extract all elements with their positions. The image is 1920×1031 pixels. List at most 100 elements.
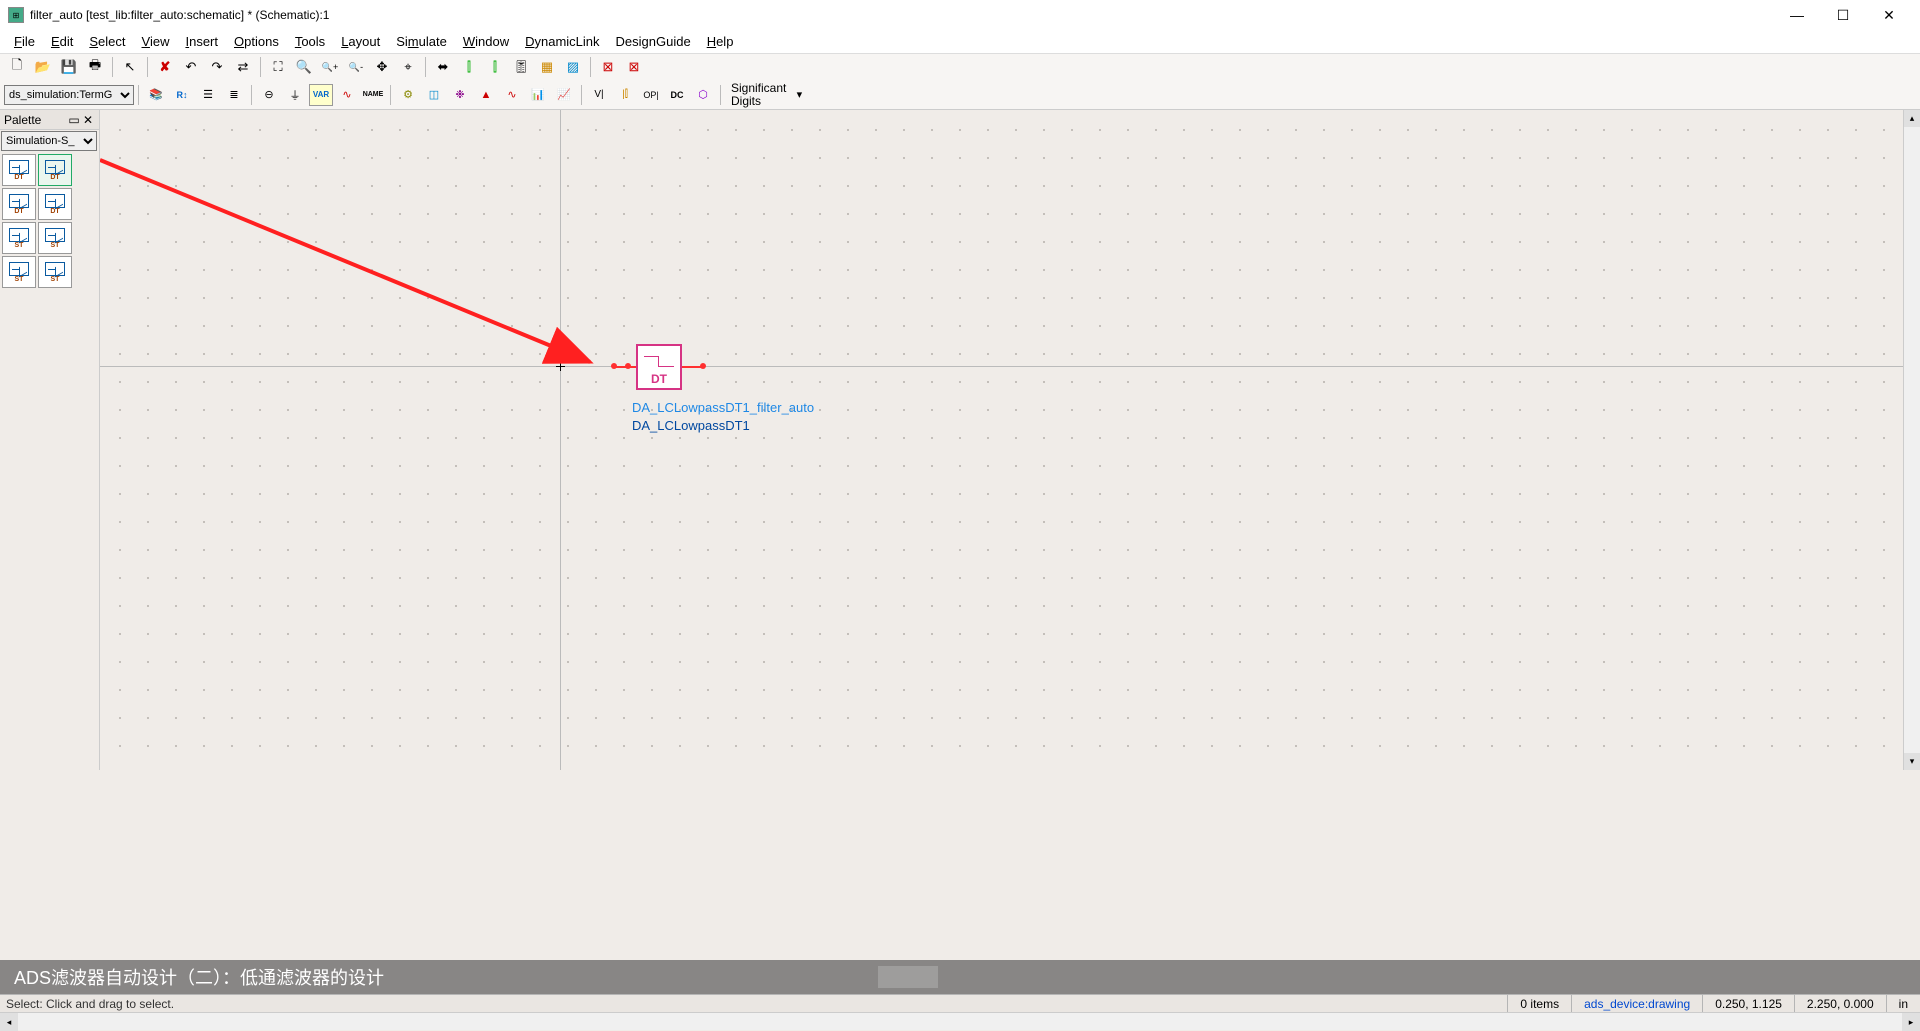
push-hier1-button[interactable]: ⫿ bbox=[457, 56, 481, 78]
status-message: Select: Click and drag to select. bbox=[0, 997, 1507, 1011]
menu-view[interactable]: View bbox=[134, 32, 178, 51]
toolbar-2: ds_simulation:TermG 📚 R↕ ☰ ≣ ⊖ ⏚ VAR ∿ N… bbox=[0, 80, 1920, 110]
short-button[interactable]: ⊠ bbox=[622, 56, 646, 78]
lowpass-icon bbox=[9, 194, 29, 208]
horizontal-scrollbar[interactable]: ◂ ▸ bbox=[0, 1012, 1920, 1030]
maximize-button[interactable]: ☐ bbox=[1820, 0, 1866, 30]
palette-close-button[interactable]: ✕ bbox=[81, 113, 95, 127]
push-hier2-button[interactable]: ⫿ bbox=[483, 56, 507, 78]
tune-button[interactable]: 🎚 bbox=[509, 56, 533, 78]
hscroll-track[interactable] bbox=[18, 1013, 1902, 1030]
palette-item-7[interactable]: ST bbox=[38, 256, 72, 288]
vprobe-button[interactable]: V| bbox=[587, 84, 611, 106]
palette-item-2[interactable]: DT bbox=[2, 188, 36, 220]
pointer-button[interactable]: ↖ bbox=[118, 56, 142, 78]
warn-button[interactable]: ▲ bbox=[474, 84, 498, 106]
palette-item-4[interactable]: ST bbox=[2, 222, 36, 254]
sig-digits-dropdown[interactable]: ▾ bbox=[787, 84, 811, 106]
deactivate-button[interactable]: ⊠ bbox=[596, 56, 620, 78]
iprobe-button[interactable]: |⫿ bbox=[613, 84, 637, 106]
open-button[interactable]: 📂 bbox=[31, 56, 55, 78]
component-name-inst[interactable]: DA_LCLowpassDT1 bbox=[632, 418, 750, 433]
component-selector[interactable]: ds_simulation:TermG bbox=[4, 85, 134, 105]
menu-layout[interactable]: Layout bbox=[333, 32, 388, 51]
print-button[interactable]: 🖶 bbox=[83, 56, 107, 78]
swap-button[interactable]: ⇄ bbox=[231, 56, 255, 78]
zoom-in2-button[interactable]: 🔍+ bbox=[318, 56, 342, 78]
wire-button[interactable]: ∿ bbox=[335, 84, 359, 106]
status-items: 0 items bbox=[1507, 995, 1571, 1012]
var-button[interactable]: VAR bbox=[309, 84, 333, 106]
component-da-lclowpass[interactable]: DT bbox=[636, 344, 682, 390]
undo-button[interactable]: ↶ bbox=[179, 56, 203, 78]
component-pin-left[interactable] bbox=[611, 363, 617, 369]
palette-item-1[interactable]: DT bbox=[38, 154, 72, 186]
origin-button[interactable]: ⌖ bbox=[396, 56, 420, 78]
scroll-right-button[interactable]: ▸ bbox=[1902, 1013, 1920, 1031]
menu-select[interactable]: Select bbox=[81, 32, 133, 51]
zoom-in-button[interactable]: 🔍 bbox=[292, 56, 316, 78]
palette-item-0[interactable]: DT bbox=[2, 154, 36, 186]
new-button[interactable]: 🗋 bbox=[5, 56, 29, 78]
history-button[interactable]: ☰ bbox=[196, 84, 220, 106]
vertical-scrollbar[interactable]: ▴ ▾ bbox=[1903, 110, 1920, 770]
component-pin-right[interactable] bbox=[700, 363, 706, 369]
menu-help[interactable]: Help bbox=[699, 32, 742, 51]
palette-item-3[interactable]: DT bbox=[38, 188, 72, 220]
param-button[interactable]: ▦ bbox=[535, 56, 559, 78]
menu-tools[interactable]: Tools bbox=[287, 32, 333, 51]
menu-dynamiclink[interactable]: DynamicLink bbox=[517, 32, 607, 51]
ground-button[interactable]: ⏚ bbox=[283, 84, 307, 106]
simulate-button[interactable]: ⚙ bbox=[396, 84, 420, 106]
plot-button[interactable]: 📈 bbox=[552, 84, 576, 106]
push-in-button[interactable]: ⬌ bbox=[431, 56, 455, 78]
component-inner-label: DT bbox=[638, 372, 680, 386]
delete-button[interactable]: ✘ bbox=[153, 56, 177, 78]
overlay-thumb bbox=[878, 966, 938, 988]
component-wire-right bbox=[682, 366, 702, 368]
status-layer[interactable]: ads_device:drawing bbox=[1571, 995, 1702, 1012]
menu-simulate[interactable]: Simulate bbox=[388, 32, 455, 51]
pan-button[interactable]: ✥ bbox=[370, 56, 394, 78]
menu-insert[interactable]: Insert bbox=[177, 32, 226, 51]
palette-item-5[interactable]: ST bbox=[38, 222, 72, 254]
scroll-down-button[interactable]: ▾ bbox=[1904, 753, 1920, 770]
menu-edit[interactable]: Edit bbox=[43, 32, 81, 51]
port-button[interactable]: ⊖ bbox=[257, 84, 281, 106]
lowpass-icon bbox=[9, 262, 29, 276]
menu-options[interactable]: Options bbox=[226, 32, 287, 51]
library-button[interactable]: 📚 bbox=[144, 84, 168, 106]
menu-designguide[interactable]: DesignGuide bbox=[608, 32, 699, 51]
tune2-button[interactable]: ❉ bbox=[448, 84, 472, 106]
ruler-button[interactable]: R↕ bbox=[170, 84, 194, 106]
palette-category-select[interactable]: Simulation-S_ bbox=[1, 131, 97, 151]
component-name-ref[interactable]: DA_LCLowpassDT1_filter_auto bbox=[632, 400, 814, 415]
menu-file[interactable]: File bbox=[6, 32, 43, 51]
chip-button[interactable]: ◫ bbox=[422, 84, 446, 106]
scroll-left-button[interactable]: ◂ bbox=[0, 1013, 18, 1031]
param2-button[interactable]: ▨ bbox=[561, 56, 585, 78]
app-icon: ⊞ bbox=[8, 7, 24, 23]
zoom-out-button[interactable]: 🔍- bbox=[344, 56, 368, 78]
palette-item-6[interactable]: ST bbox=[2, 256, 36, 288]
schematic-canvas[interactable]: DT DA_LCLowpassDT1_filter_auto DA_LCLowp… bbox=[100, 110, 1920, 770]
opprobe-button[interactable]: OP| bbox=[639, 84, 663, 106]
menu-window[interactable]: Window bbox=[455, 32, 517, 51]
status-coord2: 2.250, 0.000 bbox=[1794, 995, 1886, 1012]
component-pin-left2[interactable] bbox=[625, 363, 631, 369]
palette-undock-button[interactable]: ▭ bbox=[67, 113, 81, 127]
scroll-up-button[interactable]: ▴ bbox=[1904, 110, 1920, 127]
name-button[interactable]: NAME bbox=[361, 84, 385, 106]
window-title: filter_auto [test_lib:filter_auto:schema… bbox=[30, 8, 329, 22]
redo-button[interactable]: ↷ bbox=[205, 56, 229, 78]
clear-button[interactable]: ⬡ bbox=[691, 84, 715, 106]
minimize-button[interactable]: — bbox=[1774, 0, 1820, 30]
close-button[interactable]: ✕ bbox=[1866, 0, 1912, 30]
status-coord1: 0.250, 1.125 bbox=[1702, 995, 1794, 1012]
sparam-button[interactable]: ∿ bbox=[500, 84, 524, 106]
dcprobe-button[interactable]: DC bbox=[665, 84, 689, 106]
graph-button[interactable]: 📊 bbox=[526, 84, 550, 106]
save-button[interactable]: 💾 bbox=[57, 56, 81, 78]
zoom-fit-button[interactable]: ⛶ bbox=[266, 56, 290, 78]
list-button[interactable]: ≣ bbox=[222, 84, 246, 106]
